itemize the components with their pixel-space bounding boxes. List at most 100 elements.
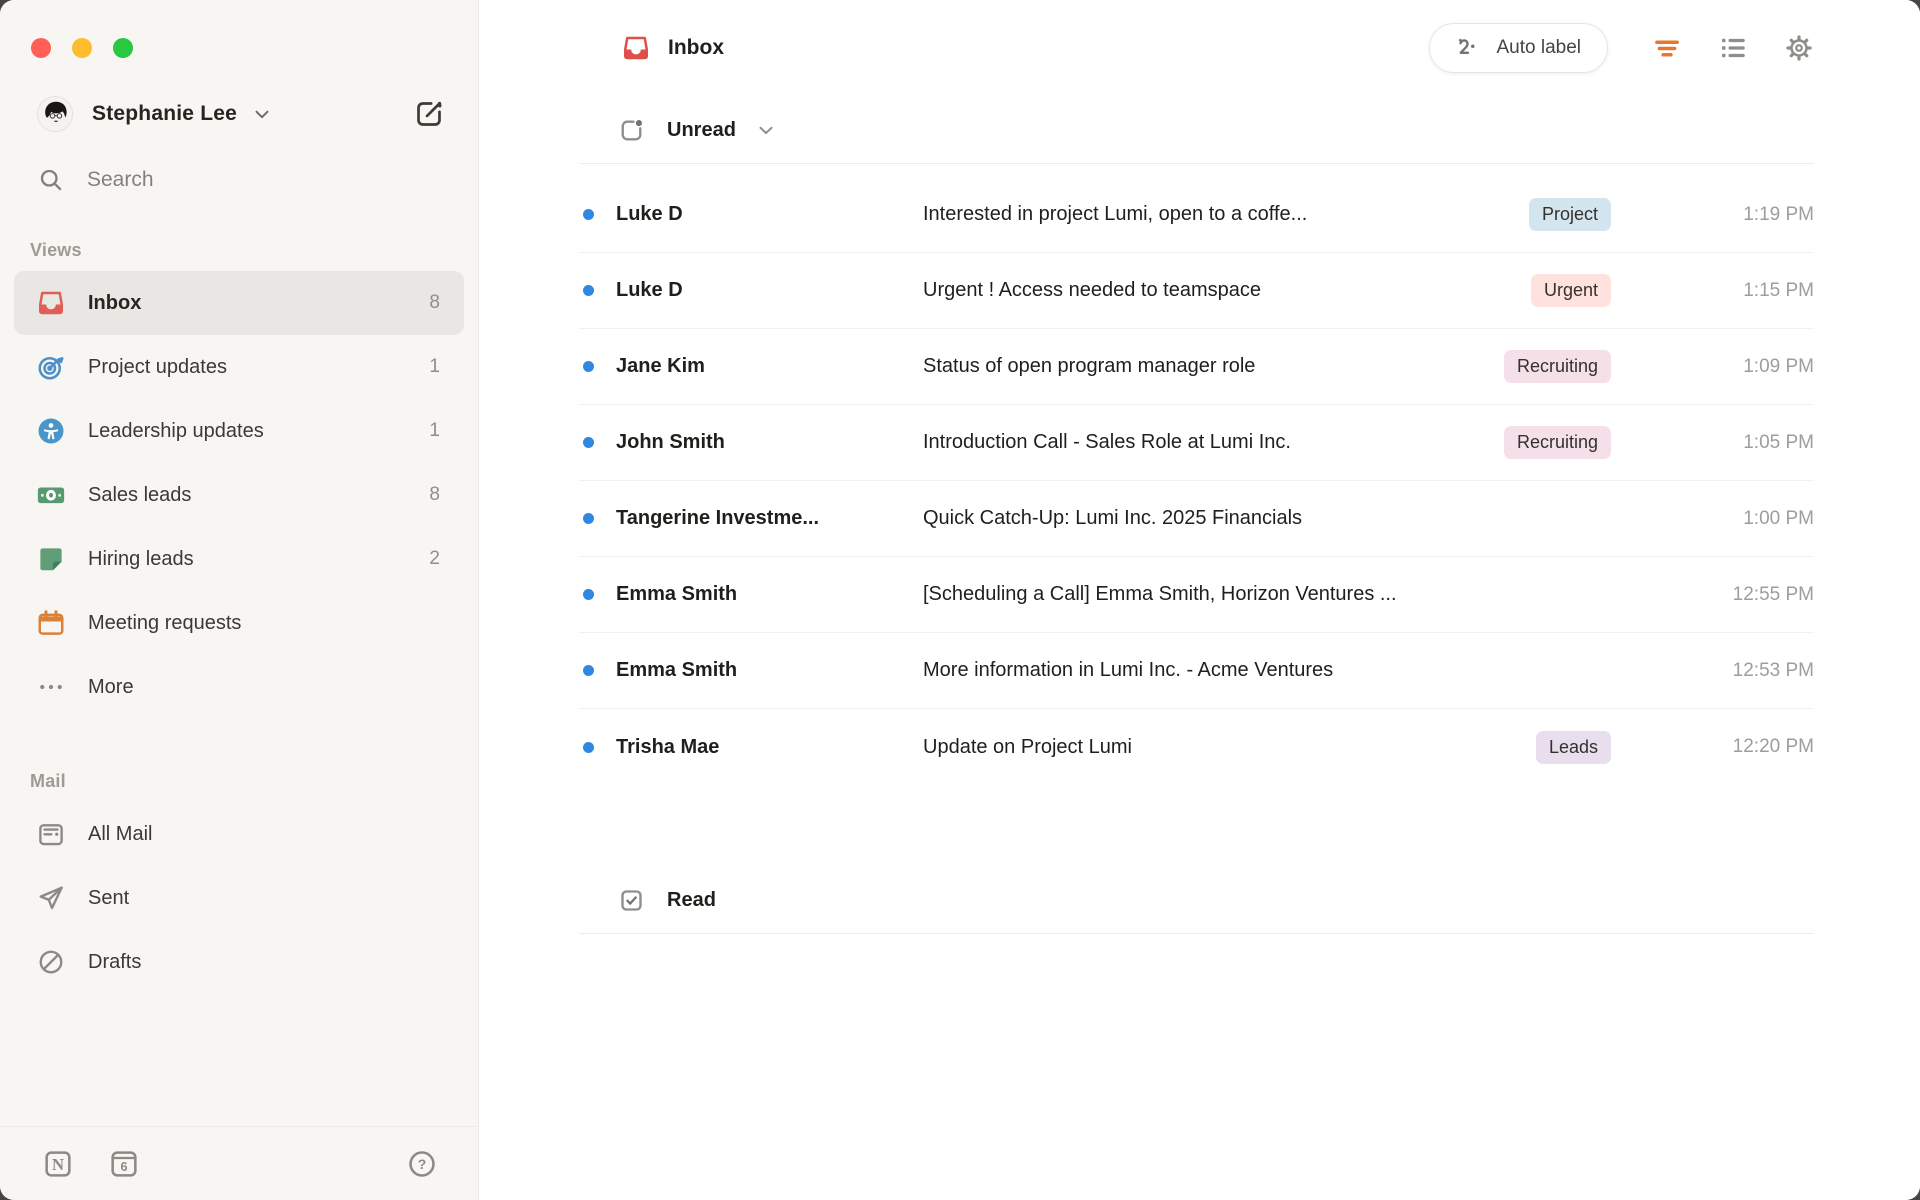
email-subject: Interested in project Lumi, open to a co… (923, 203, 1308, 225)
read-group-header[interactable]: Read (579, 877, 1814, 923)
unread-icon (618, 117, 645, 144)
sidebar-item-label: Hiring leads (88, 547, 194, 570)
email-subject: Introduction Call - Sales Role at Lumi I… (923, 431, 1291, 453)
email-time: 1:15 PM (1743, 279, 1814, 301)
email-time: 1:19 PM (1743, 203, 1814, 225)
calendar-app-icon[interactable]: 6 (108, 1148, 140, 1180)
close-window-button[interactable] (31, 38, 51, 58)
search-button[interactable]: Search (37, 166, 448, 194)
sidebar-item-count: 8 (429, 484, 440, 505)
email-time: 1:05 PM (1743, 431, 1814, 453)
sidebar-item-leadership-updates[interactable]: Leadership updates 1 (14, 399, 464, 463)
all-mail-icon (36, 819, 66, 849)
email-row[interactable]: Jane Kim Status of open program manager … (579, 329, 1814, 405)
search-label: Search (87, 168, 154, 191)
help-icon[interactable]: ? (406, 1148, 438, 1180)
sidebar-item-hiring-leads[interactable]: Hiring leads 2 (14, 527, 464, 591)
sidebar-item-drafts[interactable]: Drafts (14, 930, 464, 994)
sidebar-item-label: Sales leads (88, 483, 192, 506)
mail-section-label: Mail (30, 771, 66, 791)
sidebar-item-project-updates[interactable]: Project updates 1 (14, 335, 464, 399)
sidebar-item-label: Sent (88, 886, 130, 909)
sidebar-item-sales-leads[interactable]: Sales leads 8 (14, 463, 464, 527)
unread-dot (583, 437, 594, 448)
unread-dot (583, 513, 594, 524)
list-view-icon[interactable] (1718, 33, 1748, 63)
sidebar-item-label: All Mail (88, 822, 153, 845)
sidebar-item-more[interactable]: More (14, 655, 464, 719)
sidebar-item-meeting-requests[interactable]: Meeting requests (14, 591, 464, 655)
note-icon (36, 544, 66, 574)
chevron-down-icon (754, 118, 778, 142)
email-time: 12:20 PM (1732, 736, 1814, 757)
more-dots-icon (36, 672, 66, 702)
email-sender: Jane Kim (616, 355, 705, 377)
sidebar-item-label: Leadership updates (88, 419, 264, 442)
sidebar-item-count: 1 (429, 420, 440, 441)
auto-label-button[interactable]: Auto label (1429, 23, 1608, 73)
money-icon (36, 480, 66, 510)
app-window: Stephanie Lee Search Views Inbox 8 Proje… (0, 0, 1920, 1200)
email-subject: More information in Lumi Inc. - Acme Ven… (923, 659, 1334, 681)
target-icon (36, 352, 66, 382)
main-header: Inbox Auto label (579, 0, 1814, 73)
sidebar-item-all-mail[interactable]: All Mail (14, 802, 464, 866)
sidebar-item-label: Meeting requests (88, 611, 242, 634)
email-sender: Trisha Mae (616, 735, 720, 758)
email-row[interactable]: Luke D Urgent ! Access needed to teamspa… (579, 253, 1814, 329)
email-subject: Update on Project Lumi (923, 735, 1133, 758)
sidebar-item-label: Inbox (88, 291, 142, 314)
email-row[interactable]: Trisha Mae Update on Project Lumi Leads … (579, 709, 1814, 785)
email-list: Luke D Interested in project Lumi, open … (579, 164, 1814, 785)
auto-label-text: Auto label (1496, 37, 1581, 58)
views-section-label: Views (30, 240, 82, 260)
unread-group-header[interactable]: Unread (579, 107, 1814, 153)
label-chip[interactable]: Leads (1535, 730, 1611, 764)
label-chip[interactable]: Recruiting (1503, 350, 1611, 383)
minimize-window-button[interactable] (72, 38, 92, 58)
email-time: 12:55 PM (1732, 583, 1814, 605)
sidebar-item-sent[interactable]: Sent (14, 866, 464, 930)
email-sender: Emma Smith (616, 659, 738, 681)
zoom-window-button[interactable] (113, 38, 133, 58)
svg-text:?: ? (418, 1156, 427, 1172)
email-subject: [Scheduling a Call] Emma Smith, Horizon … (923, 583, 1397, 605)
calendar-icon (36, 608, 66, 638)
page-title: Inbox (668, 36, 724, 59)
filter-icon[interactable] (1652, 33, 1682, 63)
window-controls (0, 0, 478, 58)
label-chip[interactable]: Urgent (1530, 274, 1611, 307)
unread-dot (583, 741, 594, 753)
email-row[interactable]: Emma Smith [Scheduling a Call] Emma Smit… (579, 557, 1814, 633)
email-sender: Emma Smith (616, 583, 738, 605)
email-sender: Luke D (616, 203, 683, 225)
email-subject: Status of open program manager role (923, 355, 1256, 377)
email-row[interactable]: Emma Smith More information in Lumi Inc.… (579, 633, 1814, 709)
chevron-down-icon (251, 103, 273, 125)
draft-icon (36, 947, 66, 977)
account-switcher[interactable]: Stephanie Lee (37, 96, 446, 132)
read-group-title: Read (667, 888, 716, 911)
main-panel: Inbox Auto label Unread Luke D Intereste… (479, 0, 1920, 1200)
sidebar-footer: N 6 ? (0, 1126, 478, 1200)
notion-app-icon[interactable]: N (42, 1148, 74, 1180)
label-chip[interactable]: Recruiting (1503, 426, 1611, 459)
compose-icon[interactable] (412, 97, 446, 131)
unread-dot (583, 285, 594, 296)
settings-gear-icon[interactable] (1784, 33, 1814, 63)
email-row[interactable]: Luke D Interested in project Lumi, open … (579, 177, 1814, 253)
send-icon (36, 883, 66, 913)
search-icon (37, 166, 65, 194)
auto-label-icon (1452, 33, 1482, 63)
sidebar-item-inbox[interactable]: Inbox 8 (14, 271, 464, 335)
sidebar-item-count: 8 (429, 292, 440, 313)
email-row[interactable]: John Smith Introduction Call - Sales Rol… (579, 405, 1814, 481)
label-chip[interactable]: Project (1528, 198, 1611, 231)
header-icons (1652, 33, 1814, 63)
email-sender: Tangerine Investme... (616, 507, 820, 529)
sidebar-item-label: More (88, 675, 134, 698)
read-checkbox-icon (618, 887, 645, 914)
unread-group-title: Unread (667, 118, 736, 141)
email-row[interactable]: Tangerine Investme... Quick Catch-Up: Lu… (579, 481, 1814, 557)
sidebar-item-count: 1 (429, 356, 440, 377)
